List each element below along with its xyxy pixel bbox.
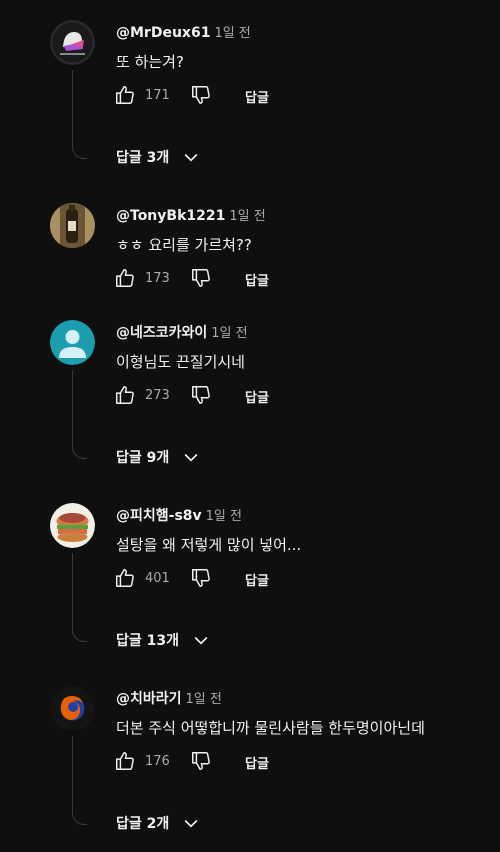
- comment-actions: 401 답글: [114, 567, 414, 591]
- comment-actions: 171 답글: [114, 84, 414, 108]
- thread-line: [72, 370, 87, 459]
- comment-text: 설탕을 왜 저렇게 많이 넣어...: [116, 536, 302, 554]
- timestamp[interactable]: 1일 전: [186, 692, 222, 707]
- comment-item: @TonyBk1221 1일 전 ㅎㅎ 요리를 가르쳐?? 173 답글: [0, 203, 500, 303]
- timestamp[interactable]: 1일 전: [214, 26, 250, 41]
- dislike-icon[interactable]: [190, 750, 212, 772]
- reply-button[interactable]: 답글: [245, 87, 269, 106]
- author-name[interactable]: @치바라기: [116, 691, 182, 707]
- timestamp[interactable]: 1일 전: [206, 509, 242, 524]
- timestamp[interactable]: 1일 전: [229, 209, 265, 224]
- like-icon[interactable]: [114, 384, 136, 406]
- replies-label: 답글 2개: [116, 816, 170, 832]
- avatar[interactable]: [50, 686, 95, 731]
- comment-text: 더본 주식 어떻합니까 물린사람들 한두명이아닌데: [116, 719, 425, 737]
- comment-actions: 273 답글: [114, 384, 414, 408]
- thread-line: [72, 70, 87, 159]
- like-count: 176: [145, 754, 170, 769]
- like-count: 273: [145, 388, 170, 403]
- thread-line: [72, 736, 87, 825]
- author-name[interactable]: @MrDeux61: [116, 25, 210, 41]
- chevron-down-icon: [184, 453, 198, 462]
- reply-button[interactable]: 답글: [245, 570, 269, 589]
- comment-text: 이형님도 끈질기시네: [116, 353, 245, 371]
- avatar[interactable]: [50, 320, 95, 365]
- like-icon[interactable]: [114, 567, 136, 589]
- author-name[interactable]: @피치햄-s8v: [116, 508, 202, 524]
- reply-button[interactable]: 답글: [245, 387, 269, 406]
- reply-button[interactable]: 답글: [245, 753, 269, 772]
- comment-actions: 176 답글: [114, 750, 414, 774]
- timestamp[interactable]: 1일 전: [211, 326, 247, 341]
- comment-header: @TonyBk1221 1일 전: [116, 205, 266, 224]
- reply-button[interactable]: 답글: [245, 270, 269, 289]
- view-replies-button[interactable]: 답글 9개: [116, 444, 201, 470]
- view-replies-button[interactable]: 답글 2개: [116, 810, 201, 836]
- comment-header: @피치햄-s8v 1일 전: [116, 505, 242, 525]
- chevron-down-icon: [194, 636, 208, 645]
- comment-item: @MrDeux61 1일 전 또 하는겨? 171 답글 답글 3개: [0, 20, 500, 180]
- like-count: 173: [145, 271, 170, 286]
- like-icon[interactable]: [114, 84, 136, 106]
- dislike-icon[interactable]: [190, 384, 212, 406]
- like-count: 171: [145, 88, 170, 103]
- comment-header: @치바라기 1일 전: [116, 688, 222, 708]
- author-name[interactable]: @TonyBk1221: [116, 208, 225, 224]
- like-icon[interactable]: [114, 267, 136, 289]
- replies-label: 답글 13개: [116, 633, 179, 649]
- dislike-icon[interactable]: [190, 84, 212, 106]
- comment-header: @네즈코카와이 1일 전: [116, 322, 248, 342]
- comment-item: @피치햄-s8v 1일 전 설탕을 왜 저렇게 많이 넣어... 401 답글 답…: [0, 503, 500, 653]
- view-replies-button[interactable]: 답글 13개: [116, 627, 211, 653]
- replies-label: 답글 3개: [116, 150, 170, 166]
- chevron-down-icon: [184, 819, 198, 828]
- avatar[interactable]: [50, 20, 95, 65]
- dislike-icon[interactable]: [190, 567, 212, 589]
- comment-item: @치바라기 1일 전 더본 주식 어떻합니까 물린사람들 한두명이아닌데 176 …: [0, 686, 500, 836]
- comment-text: 또 하는겨?: [116, 53, 184, 71]
- comment-header: @MrDeux61 1일 전: [116, 22, 251, 41]
- avatar[interactable]: [50, 503, 95, 548]
- avatar[interactable]: [50, 203, 95, 248]
- view-replies-button[interactable]: 답글 3개: [116, 144, 201, 170]
- thread-line: [72, 553, 87, 642]
- like-icon[interactable]: [114, 750, 136, 772]
- comment-actions: 173 답글: [114, 267, 414, 291]
- comment-item: @네즈코카와이 1일 전 이형님도 끈질기시네 273 답글 답글 9개: [0, 320, 500, 470]
- chevron-down-icon: [184, 153, 198, 162]
- comment-text: ㅎㅎ 요리를 가르쳐??: [116, 236, 252, 254]
- dislike-icon[interactable]: [190, 267, 212, 289]
- author-name[interactable]: @네즈코카와이: [116, 325, 207, 341]
- replies-label: 답글 9개: [116, 450, 170, 466]
- like-count: 401: [145, 571, 170, 586]
